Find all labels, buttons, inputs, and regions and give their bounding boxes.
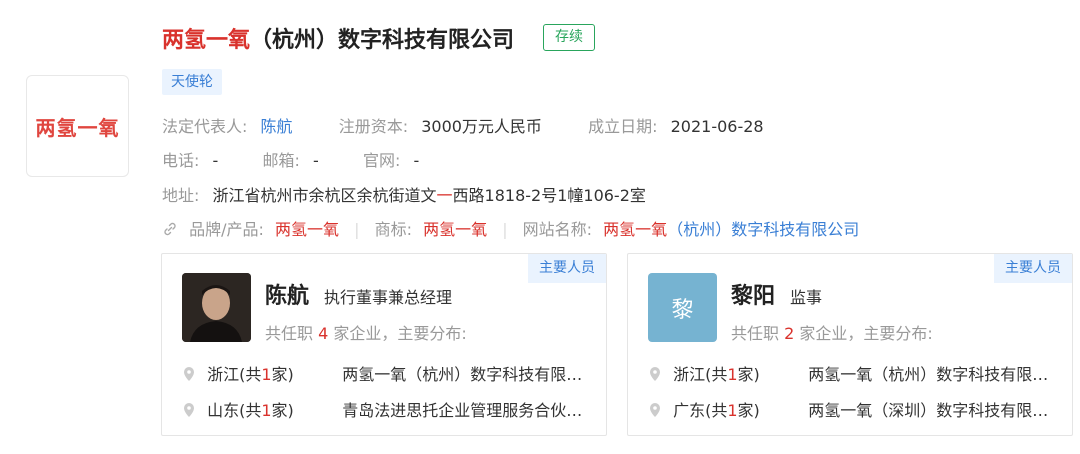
company-link[interactable]: 青岛法进思托企业管理服务合伙企业	[342, 397, 594, 421]
person-role: 监事	[790, 288, 823, 307]
avatar[interactable]	[182, 273, 251, 342]
info-row-contact: 电话: - 邮箱: - 官网: -	[162, 151, 420, 170]
company-logo: 两氢一氧	[26, 75, 129, 177]
company-name[interactable]: 两氢一氧（杭州）数字科技有限公司	[162, 22, 514, 54]
brand-link[interactable]: 两氢一氧	[275, 220, 339, 239]
person-role: 执行董事兼总经理	[324, 288, 453, 307]
avatar[interactable]: 黎	[648, 273, 717, 342]
distribution-row[interactable]: 浙江(共1家) 两氢一氧（杭州）数字科技有限公司	[648, 361, 1060, 385]
person-card[interactable]: 主要人员 黎 黎阳 监事 共任职 2 家企业，主要分布: 浙江(共1家) 两氢一…	[627, 253, 1073, 436]
company-link[interactable]: 两氢一氧（深圳）数字科技有限公司	[808, 397, 1060, 421]
link-icon	[164, 222, 176, 236]
region-count: 山东(共1家)	[207, 401, 294, 420]
info-row-brand: 品牌/产品: 两氢一氧 | 商标: 两氢一氧 | 网站名称: 两氢一氧（杭州）数…	[162, 216, 859, 240]
status-badge: 存续	[543, 24, 595, 51]
tenure-summary: 共任职 2 家企业，主要分布:	[731, 324, 933, 343]
location-pin-icon	[184, 367, 194, 381]
trademark-link[interactable]: 两氢一氧	[423, 220, 487, 239]
region-count: 浙江(共1家)	[673, 365, 760, 384]
key-person-tag: 主要人员	[528, 254, 606, 283]
tenure-summary: 共任职 4 家企业，主要分布:	[265, 324, 467, 343]
phone-value: -	[212, 151, 219, 170]
region-count: 广东(共1家)	[673, 401, 760, 420]
company-link[interactable]: 两氢一氧（杭州）数字科技有限公司	[808, 361, 1060, 385]
founded-date: 2021-06-28	[670, 117, 764, 136]
location-pin-icon	[184, 403, 194, 417]
site-name-link[interactable]: 两氢一氧（杭州）数字科技有限公司	[603, 220, 859, 239]
company-link[interactable]: 两氢一氧（杭州）数字科技有限公司	[342, 361, 594, 385]
website-value: -	[413, 151, 420, 170]
distribution-row[interactable]: 广东(共1家) 两氢一氧（深圳）数字科技有限公司	[648, 397, 1060, 421]
info-row-address: 地址: 浙江省杭州市余杭区余杭街道文一西路1818-2号1幢106-2室	[162, 186, 646, 205]
location-pin-icon	[650, 403, 660, 417]
person-card[interactable]: 主要人员 陈航 执行董事兼总经理 共任职 4 家企业，主要分布: 浙江(共1家)…	[161, 253, 607, 436]
person-name[interactable]: 陈航	[265, 278, 309, 310]
region-count: 浙江(共1家)	[207, 365, 294, 384]
logo-text: 两氢一氧	[35, 115, 120, 140]
location-pin-icon	[650, 367, 660, 381]
legal-rep-link[interactable]: 陈航	[261, 117, 293, 136]
email-value: -	[312, 151, 319, 170]
distribution-row[interactable]: 山东(共1家) 青岛法进思托企业管理服务合伙企业	[182, 397, 594, 421]
funding-round-tag: 天使轮	[162, 69, 222, 95]
distribution-row[interactable]: 浙江(共1家) 两氢一氧（杭州）数字科技有限公司	[182, 361, 594, 385]
address-value: 浙江省杭州市余杭区余杭街道文一西路1818-2号1幢106-2室	[212, 186, 646, 205]
info-row-basic: 法定代表人: 陈航 注册资本: 3000万元人民币 成立日期: 2021-06-…	[162, 117, 764, 136]
key-person-tag: 主要人员	[994, 254, 1072, 283]
person-name[interactable]: 黎阳	[731, 278, 775, 310]
registered-capital: 3000万元人民币	[421, 117, 542, 136]
